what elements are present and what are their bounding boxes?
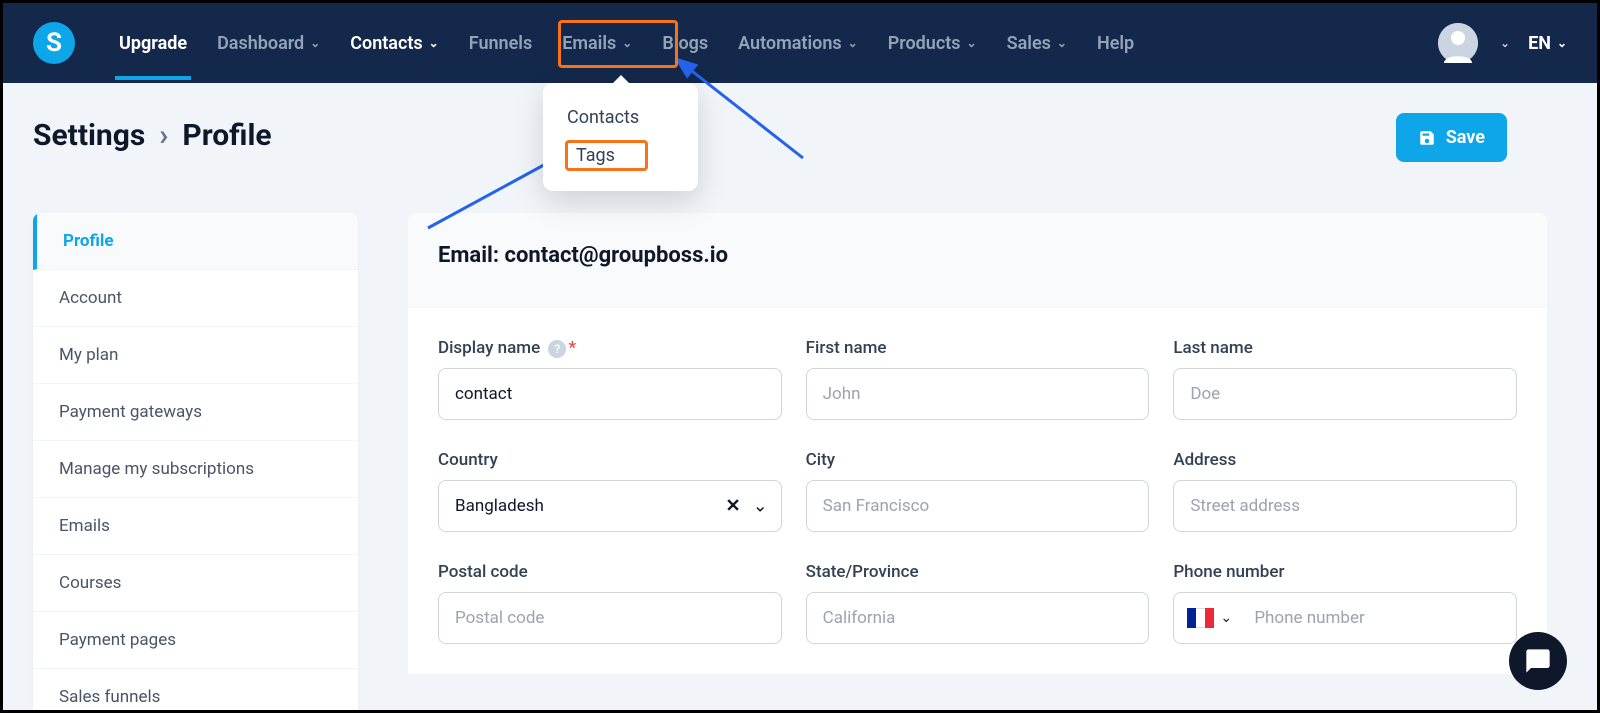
sidebar-item-manage-subscriptions[interactable]: Manage my subscriptions	[33, 441, 358, 498]
nav-label: Dashboard	[217, 33, 304, 54]
chevron-down-icon: ⌄	[310, 36, 320, 50]
top-navbar: S Upgrade Dashboard ⌄ Contacts ⌄ Funnels E…	[3, 3, 1597, 83]
nav-products[interactable]: Products ⌄	[884, 7, 981, 80]
chevron-down-icon: ⌄	[967, 36, 977, 50]
profile-form: Email: contact@groupboss.io Display name…	[408, 213, 1547, 710]
sidebar-item-courses[interactable]: Courses	[33, 555, 358, 612]
nav-label: Contacts	[350, 33, 422, 54]
annotation-highlight-tags: Tags	[565, 140, 648, 171]
chat-icon	[1524, 647, 1552, 675]
phone-country-selector[interactable]: ⌄	[1187, 608, 1232, 628]
sidebar-item-my-plan[interactable]: My plan	[33, 327, 358, 384]
flag-france-icon	[1187, 608, 1214, 628]
first-name-label: First name	[806, 338, 1150, 358]
chevron-down-icon[interactable]: ⌄	[753, 496, 768, 517]
display-name-label: Display name ?*	[438, 338, 782, 358]
language-label: EN	[1528, 33, 1551, 54]
sidebar-item-payment-gateways[interactable]: Payment gateways	[33, 384, 358, 441]
contacts-dropdown: Contacts Tags	[543, 83, 698, 191]
nav-label: Automations	[738, 33, 842, 54]
dropdown-item-contacts[interactable]: Contacts	[565, 101, 676, 134]
app-logo[interactable]: S	[33, 22, 75, 64]
chevron-down-icon: ⌄	[429, 36, 439, 50]
clear-icon[interactable]: ✕	[725, 496, 740, 517]
nav-label: Emails	[562, 33, 616, 54]
chat-button[interactable]	[1509, 632, 1567, 690]
postal-code-label: Postal code	[438, 562, 782, 582]
chevron-down-icon: ⌄	[1557, 36, 1567, 50]
avatar-icon	[1438, 23, 1478, 63]
chevron-down-icon[interactable]: ⌄	[1500, 36, 1510, 50]
nav-upgrade[interactable]: Upgrade	[115, 7, 191, 80]
email-label: Email:	[438, 243, 499, 268]
first-name-input[interactable]	[806, 368, 1150, 420]
state-label: State/Province	[806, 562, 1150, 582]
nav-dashboard[interactable]: Dashboard ⌄	[213, 7, 324, 80]
nav-label: Sales	[1007, 33, 1051, 54]
postal-code-input[interactable]	[438, 592, 782, 644]
chevron-down-icon: ⌄	[622, 36, 632, 50]
state-input[interactable]	[806, 592, 1150, 644]
city-input[interactable]	[806, 480, 1150, 532]
chevron-down-icon: ⌄	[1220, 610, 1232, 626]
address-label: Address	[1173, 450, 1517, 470]
nav-funnels[interactable]: Funnels	[465, 7, 536, 80]
last-name-input[interactable]	[1173, 368, 1517, 420]
chevron-down-icon: ⌄	[848, 36, 858, 50]
language-selector[interactable]: EN ⌄	[1528, 33, 1567, 54]
nav-label: Products	[888, 33, 961, 54]
help-icon[interactable]: ?	[548, 340, 566, 358]
nav-blogs[interactable]: Blogs	[658, 7, 712, 80]
nav-contacts[interactable]: Contacts ⌄	[346, 7, 442, 80]
email-value: contact@groupboss.io	[505, 243, 728, 268]
display-name-input[interactable]	[438, 368, 782, 420]
city-label: City	[806, 450, 1150, 470]
chevron-down-icon: ⌄	[1057, 36, 1067, 50]
address-input[interactable]	[1173, 480, 1517, 532]
avatar-menu[interactable]	[1434, 0, 1482, 89]
sidebar-item-account[interactable]: Account	[33, 270, 358, 327]
nav-emails[interactable]: Emails ⌄	[558, 7, 636, 80]
phone-label: Phone number	[1173, 562, 1517, 582]
logo-letter: S	[46, 28, 62, 58]
required-asterisk: *	[568, 338, 576, 358]
settings-sidebar: Profile Account My plan Payment gateways…	[33, 213, 358, 710]
dropdown-item-tags[interactable]: Tags	[576, 145, 615, 166]
last-name-label: Last name	[1173, 338, 1517, 358]
sidebar-item-sales-funnels[interactable]: Sales funnels	[33, 669, 358, 710]
nav-help[interactable]: Help	[1093, 7, 1138, 80]
country-label: Country	[438, 450, 782, 470]
sidebar-item-emails[interactable]: Emails	[33, 498, 358, 555]
sidebar-item-payment-pages[interactable]: Payment pages	[33, 612, 358, 669]
nav-automations[interactable]: Automations ⌄	[734, 7, 862, 80]
sidebar-item-profile[interactable]: Profile	[33, 213, 358, 270]
nav-sales[interactable]: Sales ⌄	[1003, 7, 1071, 80]
